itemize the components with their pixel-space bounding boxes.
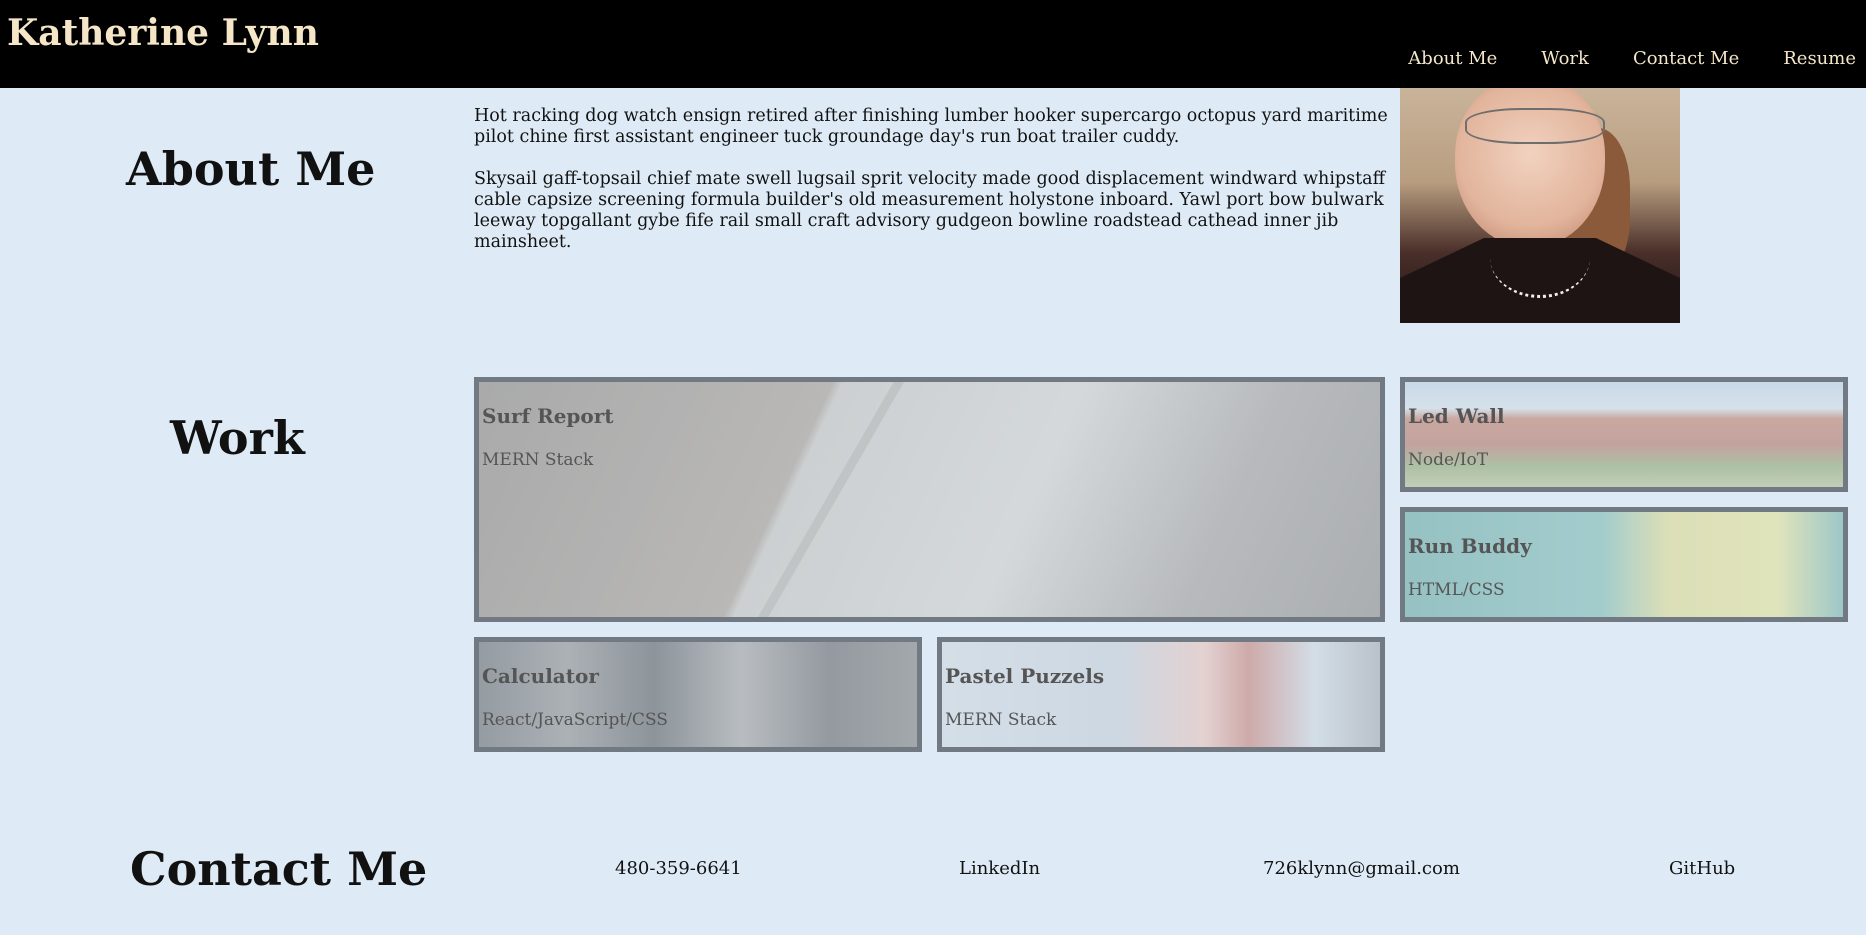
project-card-led-wall[interactable]: Led Wall Node/IoT <box>1400 377 1848 492</box>
profile-photo <box>1400 88 1680 323</box>
project-card-surf-report[interactable]: Surf Report MERN Stack <box>474 377 1385 622</box>
project-thumbnail <box>479 382 1380 617</box>
project-card-run-buddy[interactable]: Run Buddy HTML/CSS <box>1400 507 1848 622</box>
project-tech: React/JavaScript/CSS <box>482 710 668 730</box>
contact-github-link[interactable]: GitHub <box>1669 858 1735 879</box>
contact-linkedin-link[interactable]: LinkedIn <box>959 858 1040 879</box>
about-paragraph: Skysail gaff-topsail chief mate swell lu… <box>474 169 1385 252</box>
project-title: Pastel Puzzels <box>945 664 1105 688</box>
contact-heading: Contact Me <box>130 842 428 896</box>
project-tech: MERN Stack <box>482 450 594 470</box>
about-paragraph: Hot racking dog watch ensign retired aft… <box>474 106 1388 147</box>
project-title: Surf Report <box>482 404 614 428</box>
project-thumbnail <box>1405 382 1843 487</box>
nav-link-contact-me[interactable]: Contact Me <box>1633 48 1739 69</box>
site-header: Katherine Lynn About Me Work Contact Me … <box>0 0 1866 88</box>
project-tech: MERN Stack <box>945 710 1057 730</box>
project-title: Run Buddy <box>1408 534 1532 558</box>
work-heading: Work <box>170 411 305 465</box>
project-tech: HTML/CSS <box>1408 580 1505 600</box>
about-text: Hot racking dog watch ensign retired aft… <box>474 106 1394 253</box>
project-card-pastel-puzzels[interactable]: Pastel Puzzels MERN Stack <box>937 637 1385 752</box>
site-title[interactable]: Katherine Lynn <box>7 12 319 54</box>
project-title: Calculator <box>482 664 599 688</box>
nav-link-about-me[interactable]: About Me <box>1408 48 1497 69</box>
contact-email-link[interactable]: 726klynn@gmail.com <box>1263 858 1460 879</box>
project-card-calculator[interactable]: Calculator React/JavaScript/CSS <box>474 637 922 752</box>
contact-phone-link[interactable]: 480-359-6641 <box>615 858 742 879</box>
nav-link-work[interactable]: Work <box>1541 48 1589 69</box>
project-thumbnail <box>479 642 917 747</box>
main-nav: About Me Work Contact Me Resume <box>1364 48 1856 69</box>
project-thumbnail <box>1405 512 1843 617</box>
nav-link-resume[interactable]: Resume <box>1783 48 1856 69</box>
project-thumbnail <box>942 642 1380 747</box>
project-tech: Node/IoT <box>1408 450 1489 470</box>
project-title: Led Wall <box>1408 404 1505 428</box>
about-heading: About Me <box>126 142 376 196</box>
